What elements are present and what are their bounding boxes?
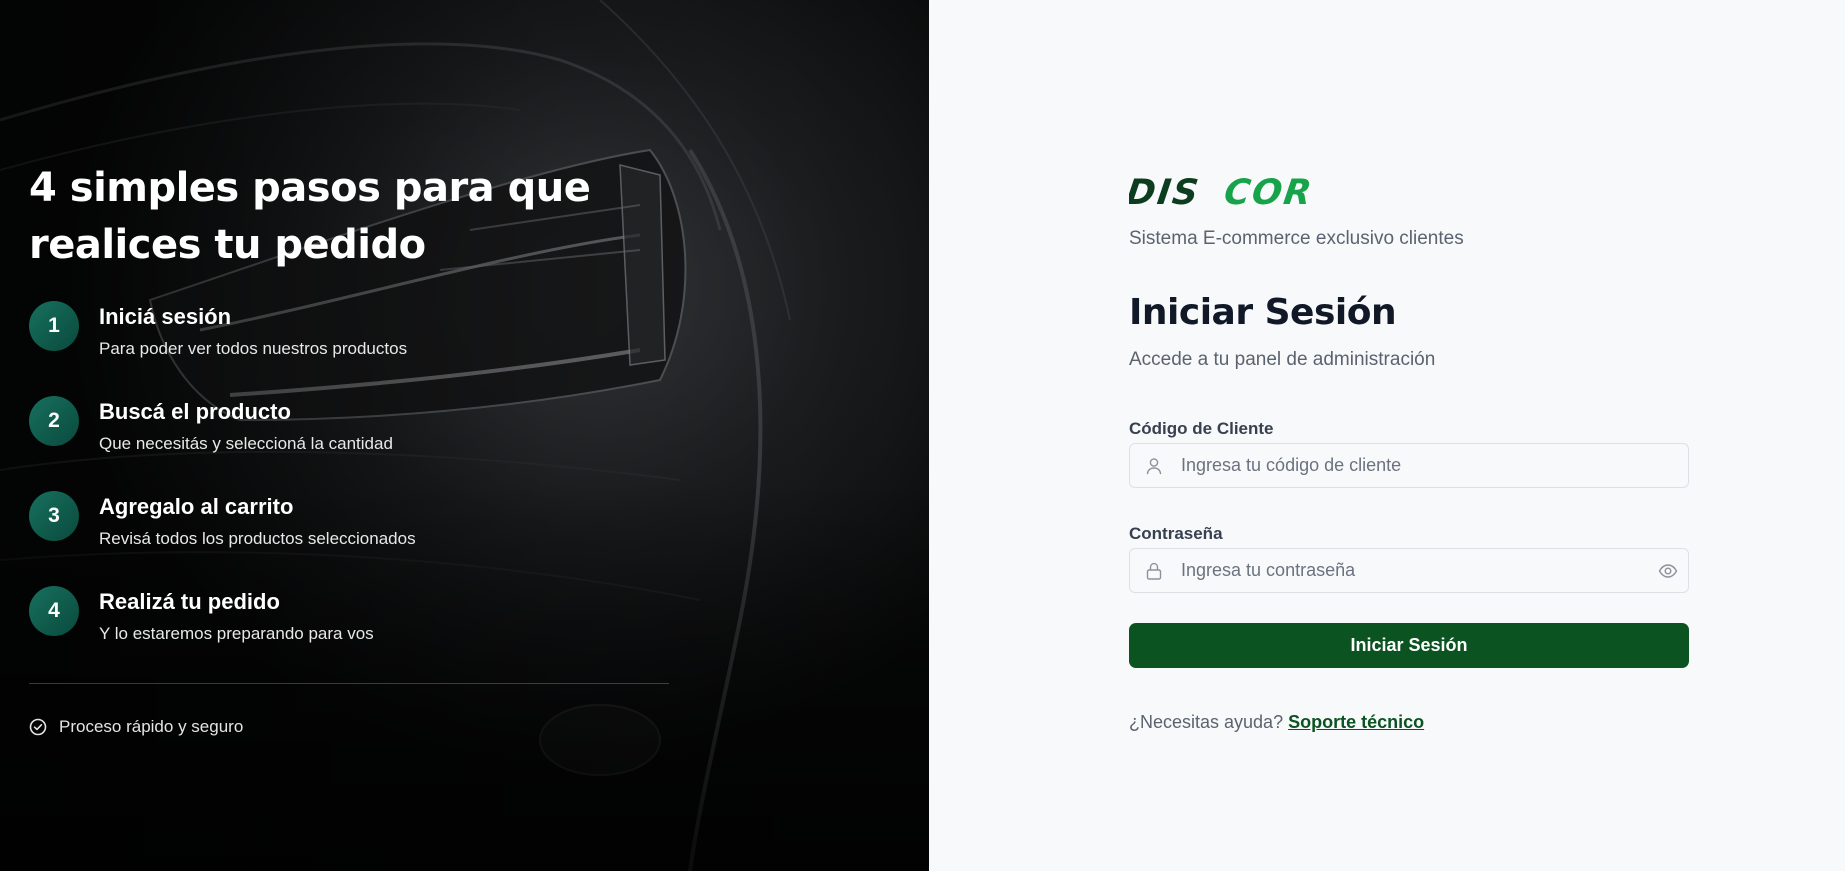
- steps-section: 4 simples pasos para que realices tu ped…: [29, 160, 669, 737]
- step-number-badge: 4: [29, 586, 79, 636]
- step-description: Revisá todos los productos seleccionados: [99, 529, 416, 548]
- check-circle-icon: [29, 718, 47, 736]
- steps-list: 1 Iniciá sesión Para poder ver todos nue…: [29, 298, 669, 678]
- login-title: Iniciar Sesión: [1129, 292, 1397, 333]
- step-number-badge: 1: [29, 301, 79, 351]
- step-title: Agregalo al carrito: [99, 494, 294, 519]
- login-form: DIS COR Sistema E-commerce exclusivo cli…: [1129, 175, 1689, 733]
- password-field[interactable]: [1129, 548, 1689, 593]
- step-item: 1 Iniciá sesión Para poder ver todos nue…: [29, 298, 669, 393]
- client-code-label: Código de Cliente: [1129, 419, 1274, 438]
- login-subtitle: Accede a tu panel de administración: [1129, 349, 1436, 370]
- password-input[interactable]: [1130, 549, 1688, 592]
- step-number-badge: 2: [29, 396, 79, 446]
- promo-panel: 4 simples pasos para que realices tu ped…: [0, 0, 929, 871]
- step-title: Realizá tu pedido: [99, 589, 280, 614]
- system-subtitle: Sistema E-commerce exclusivo clientes: [1129, 228, 1464, 249]
- password-label: Contraseña: [1129, 524, 1223, 543]
- client-code-input[interactable]: [1130, 444, 1688, 487]
- lock-icon: [1146, 562, 1162, 580]
- client-code-field[interactable]: [1129, 443, 1689, 488]
- promo-title: 4 simples pasos para que realices tu ped…: [29, 165, 591, 268]
- help-row: ¿Necesitas ayuda? Soporte técnico: [1129, 712, 1689, 733]
- support-link[interactable]: Soporte técnico: [1288, 712, 1424, 732]
- divider: [29, 683, 669, 684]
- step-description: Que necesitás y seleccioná la cantidad: [99, 434, 393, 453]
- secure-process-text: Proceso rápido y seguro: [59, 717, 244, 736]
- svg-text:DIS: DIS: [1129, 175, 1203, 209]
- step-number-badge: 3: [29, 491, 79, 541]
- login-panel: DIS COR Sistema E-commerce exclusivo cli…: [929, 0, 1845, 871]
- step-item: 4 Realizá tu pedido Y lo estaremos prepa…: [29, 583, 669, 678]
- step-description: Para poder ver todos nuestros productos: [99, 339, 408, 358]
- svg-text:COR: COR: [1222, 175, 1316, 209]
- user-icon: [1146, 458, 1162, 475]
- eye-icon[interactable]: [1658, 561, 1678, 581]
- step-item: 3 Agregalo al carrito Revisá todos los p…: [29, 488, 669, 583]
- step-title: Iniciá sesión: [99, 304, 232, 329]
- login-submit-button[interactable]: Iniciar Sesión: [1129, 623, 1689, 668]
- help-text: ¿Necesitas ayuda?: [1129, 712, 1284, 732]
- discor-logo: DIS COR: [1129, 175, 1316, 209]
- step-description: Y lo estaremos preparando para vos: [99, 624, 374, 643]
- step-item: 2 Buscá el producto Que necesitás y sele…: [29, 393, 669, 488]
- step-title: Buscá el producto: [99, 399, 291, 424]
- secure-process-note: Proceso rápido y seguro: [29, 717, 669, 737]
